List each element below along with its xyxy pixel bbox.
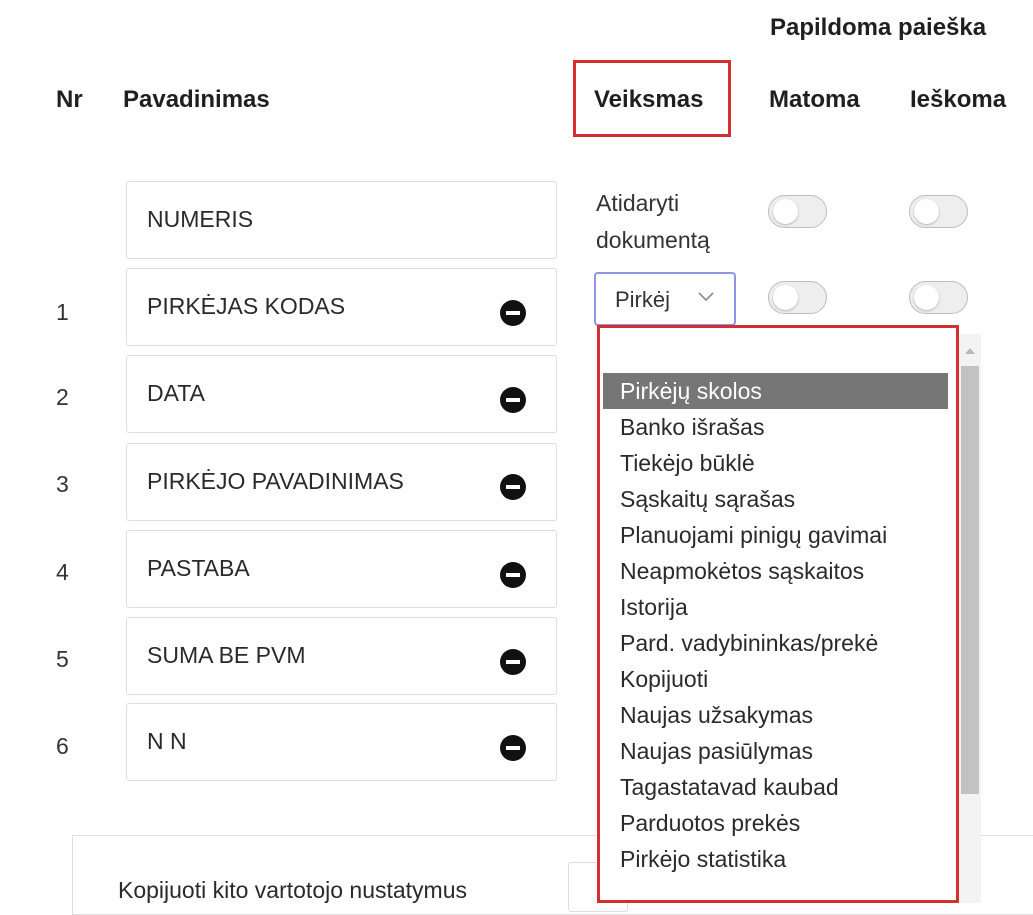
copy-settings-label: Kopijuoti kito vartotojo nustatymus (118, 877, 468, 903)
visible-toggle[interactable] (768, 281, 827, 314)
dropdown-option[interactable]: Neapmokėtos sąskaitos (603, 553, 948, 589)
toggle-knob (773, 285, 798, 310)
dropdown-search-input[interactable] (603, 332, 948, 360)
field-name-box: NUMERIS (126, 181, 557, 259)
field-name-box: PASTABA (126, 530, 557, 608)
action-dropdown-list: Pirkėjų skolos Banko išrašas Tiekėjo būk… (597, 325, 959, 903)
field-name-box: PIRKĖJAS KODAS (126, 268, 557, 346)
remove-field-button[interactable] (500, 387, 526, 413)
remove-field-button[interactable] (500, 562, 526, 588)
row-number: 6 (56, 733, 69, 759)
dropdown-option[interactable]: Naujas pasiūlymas (603, 733, 948, 769)
action-text-line: Atidaryti (596, 190, 680, 216)
dropdown-option[interactable]: Sąskaitų sąrašas (603, 481, 948, 517)
field-name-box: SUMA BE PVM (126, 617, 557, 695)
field-name: DATA (147, 380, 205, 406)
field-name: NUMERIS (147, 206, 254, 232)
dropdown-option[interactable]: Parduotos prekės (603, 805, 948, 841)
field-name-box: DATA (126, 355, 557, 433)
section-title: Papildoma paieška (770, 14, 987, 41)
column-header-search: Ieškoma (910, 86, 1007, 113)
column-header-visible: Matoma (769, 86, 860, 113)
remove-field-button[interactable] (500, 735, 526, 761)
remove-field-button[interactable] (500, 649, 526, 675)
field-name: PIRKĖJAS KODAS (147, 293, 346, 319)
dropdown-option[interactable]: Tagastatavad kaubad (603, 769, 948, 805)
column-header-name: Pavadinimas (123, 86, 270, 113)
column-header-nr: Nr (56, 86, 83, 113)
dropdown-option[interactable]: Kopijuoti (603, 661, 948, 697)
row-number: 3 (56, 471, 69, 497)
action-select[interactable]: Pirkėj (594, 272, 736, 326)
row-number: 4 (56, 559, 69, 585)
remove-field-button[interactable] (500, 474, 526, 500)
search-toggle[interactable] (909, 195, 968, 228)
dropdown-option[interactable]: Istorija (603, 589, 948, 625)
search-toggle[interactable] (909, 281, 968, 314)
row-number: 1 (56, 299, 69, 325)
dropdown-option[interactable]: Pirkėjo statistika (603, 841, 948, 877)
scrollbar-thumb[interactable] (961, 366, 979, 794)
chevron-down-icon (698, 292, 714, 302)
dropdown-scrollbar[interactable] (959, 334, 981, 903)
dropdown-option[interactable]: Banko išrašas (603, 409, 948, 445)
field-name: SUMA BE PVM (147, 642, 306, 668)
toggle-knob (773, 199, 798, 224)
field-name: PASTABA (147, 555, 250, 581)
field-name-box: N N (126, 703, 557, 781)
dropdown-option[interactable]: Naujas užsakymas (603, 697, 948, 733)
action-text-line: dokumentą (596, 227, 710, 253)
dropdown-option[interactable]: Pard. vadybininkas/prekė (603, 625, 948, 661)
visible-toggle[interactable] (768, 195, 827, 228)
row-number: 2 (56, 384, 69, 410)
toggle-knob (914, 199, 939, 224)
dropdown-option[interactable]: Tiekėjo būklė (603, 445, 948, 481)
toggle-knob (914, 285, 939, 310)
dropdown-option[interactable]: Pirkėjų skolos (603, 373, 948, 409)
action-select-value: Pirkėj (615, 287, 671, 312)
field-name: N N (147, 728, 187, 754)
row-number: 5 (56, 646, 69, 672)
column-header-action: Veiksmas (594, 86, 704, 113)
dropdown-options: Pirkėjų skolos Banko išrašas Tiekėjo būk… (603, 373, 948, 877)
scroll-up-arrow-icon[interactable] (965, 348, 975, 354)
field-name-box: PIRKĖJO PAVADINIMAS (126, 443, 557, 521)
action-open-document: Atidaryti dokumentą (596, 185, 710, 259)
field-name: PIRKĖJO PAVADINIMAS (147, 468, 404, 494)
remove-field-button[interactable] (500, 300, 526, 326)
dropdown-option[interactable]: Planuojami pinigų gavimai (603, 517, 948, 553)
